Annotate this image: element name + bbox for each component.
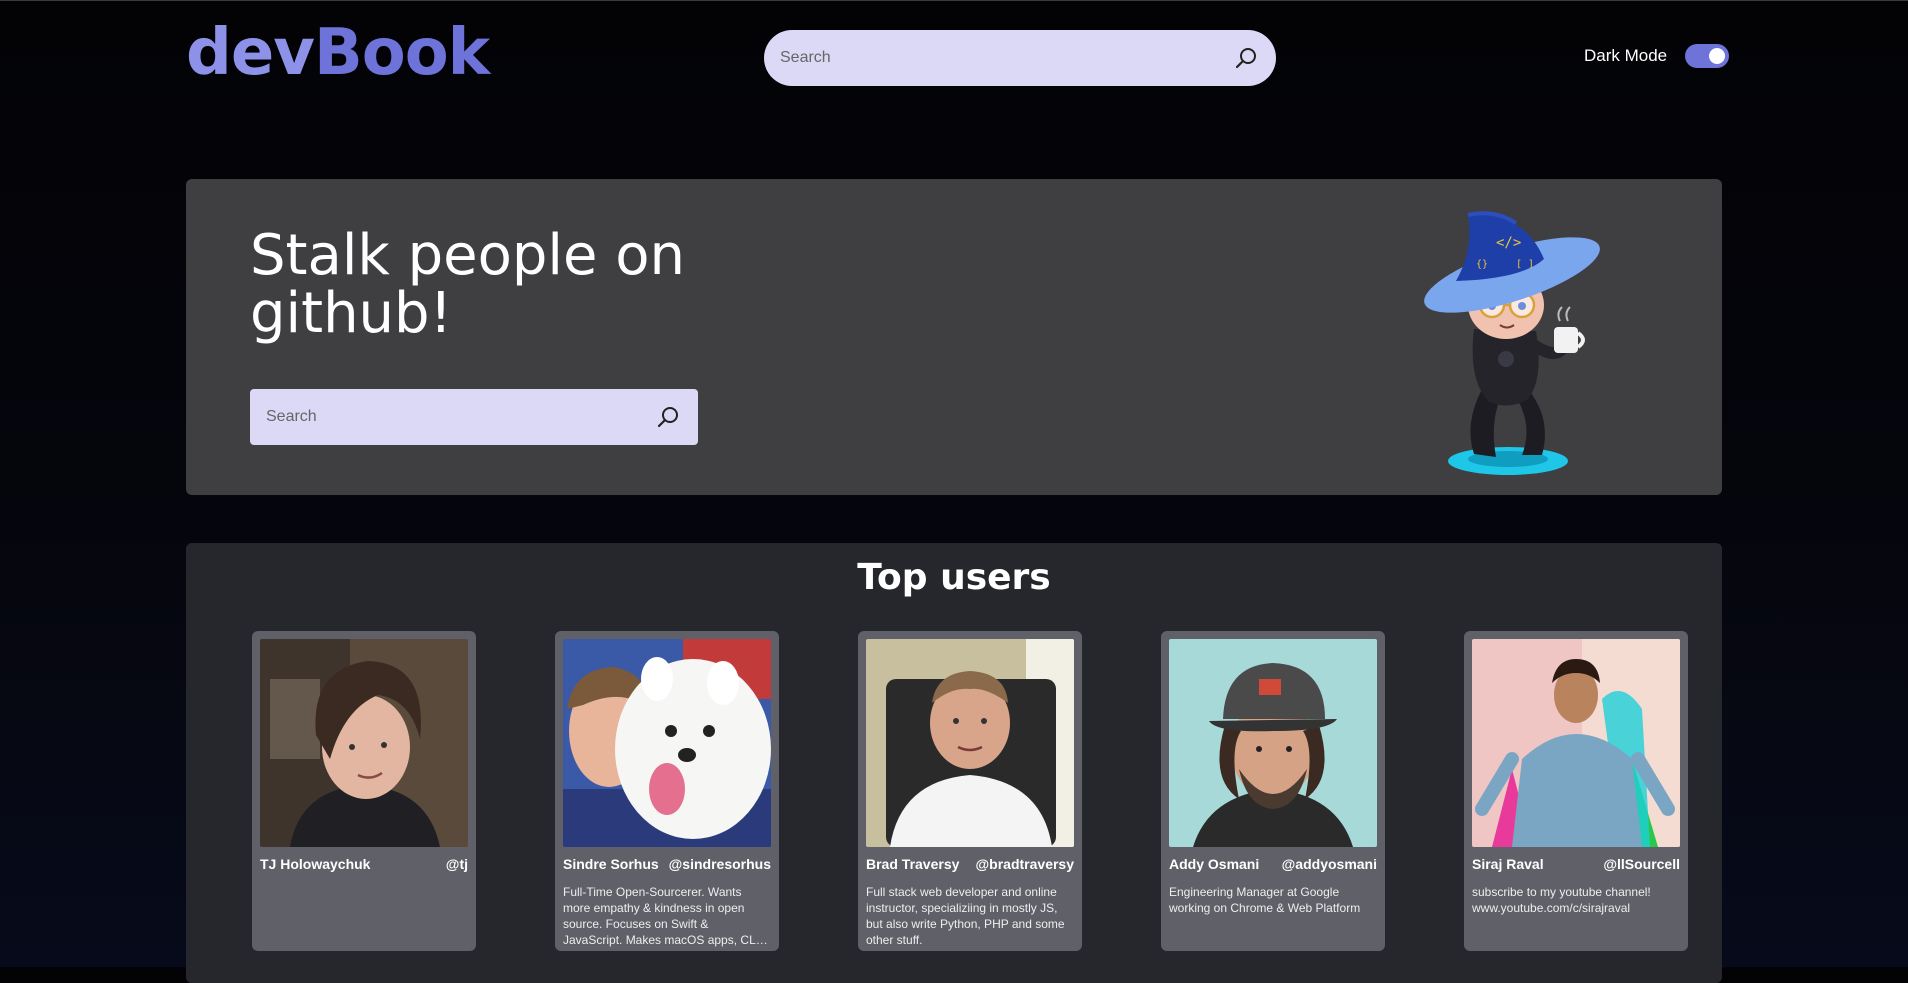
user-card-header: Siraj Raval @llSourcell: [1472, 856, 1680, 872]
user-card[interactable]: Sindre Sorhus @sindresorhus Full-Time Op…: [555, 631, 779, 951]
user-bio: Engineering Manager at Google working on…: [1169, 885, 1361, 915]
user-card-header: Sindre Sorhus @sindresorhus: [563, 856, 771, 872]
top-users-title: Top users: [857, 557, 1051, 598]
top-users-section: Top users TJ Holowaychuk @tj Sindre Sorh…: [186, 543, 1722, 983]
hero-title: Stalk people on github!: [250, 223, 685, 346]
search-icon[interactable]: [1232, 44, 1260, 72]
user-handle[interactable]: @tj: [446, 856, 468, 872]
search-icon[interactable]: [654, 403, 682, 431]
dark-mode-control: Dark Mode: [1584, 44, 1730, 68]
octocat-wizard-illustration: </> {} [ ]: [1424, 211, 1600, 475]
svg-text:</>: </>: [1496, 235, 1521, 251]
hero-search-input[interactable]: [266, 408, 654, 426]
logo-dev-text: dev: [186, 16, 315, 90]
user-bio: Full-Time Open-Sourcerer. Wants more emp…: [563, 885, 760, 947]
user-bio: subscribe to my youtube channel! www.you…: [1472, 885, 1651, 915]
user-card[interactable]: Brad Traversy @bradtraversy Full stack w…: [858, 631, 1082, 951]
header-search-input[interactable]: [780, 49, 1232, 67]
user-card[interactable]: Siraj Raval @llSourcell subscribe to my …: [1464, 631, 1688, 951]
toggle-knob: [1709, 48, 1726, 64]
hero-section: Stalk people on github! Search </> {} […: [186, 179, 1722, 495]
user-handle[interactable]: @bradtraversy: [976, 856, 1074, 872]
logo[interactable]: devBook: [186, 16, 490, 90]
user-card[interactable]: Addy Osmani @addyosmani Engineering Mana…: [1161, 631, 1385, 951]
logo-book-text: Book: [313, 16, 490, 90]
user-name: Sindre Sorhus: [563, 856, 659, 872]
user-avatar: [260, 639, 468, 847]
window-top-border: [0, 0, 1908, 1]
user-name: TJ Holowaychuk: [260, 856, 371, 872]
user-avatar: [1169, 639, 1377, 847]
dark-mode-toggle[interactable]: [1685, 44, 1730, 68]
user-handle[interactable]: @sindresorhus: [669, 856, 771, 872]
svg-text:{}: {}: [1476, 259, 1488, 270]
user-card-header: TJ Holowaychuk @tj: [260, 856, 468, 872]
user-card[interactable]: TJ Holowaychuk @tj: [252, 631, 476, 951]
user-name: Addy Osmani: [1169, 856, 1260, 872]
user-card-header: Addy Osmani @addyosmani: [1169, 856, 1377, 872]
user-avatar: [563, 639, 771, 847]
user-avatar: [866, 639, 1074, 847]
svg-text:[ ]: [ ]: [1516, 259, 1534, 270]
user-handle[interactable]: @llSourcell: [1603, 856, 1680, 872]
user-card-list: TJ Holowaychuk @tj Sindre Sorhus @sindre…: [252, 631, 1692, 951]
user-avatar: [1472, 639, 1680, 847]
user-card-header: Brad Traversy @bradtraversy: [866, 856, 1074, 872]
user-bio: Full stack web developer and online inst…: [866, 885, 1065, 947]
dark-mode-label: Dark Mode: [1584, 46, 1668, 65]
user-name: Siraj Raval: [1472, 856, 1544, 872]
user-name: Brad Traversy: [866, 856, 960, 872]
hero-search-bar[interactable]: [250, 389, 698, 445]
user-handle[interactable]: @addyosmani: [1282, 856, 1377, 872]
header-search-bar[interactable]: [764, 30, 1276, 86]
